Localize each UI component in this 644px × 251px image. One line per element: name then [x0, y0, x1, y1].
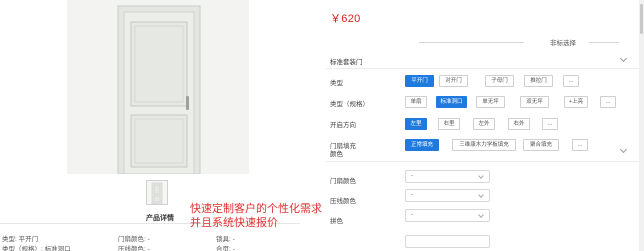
spec-leaf-color: 门扇颜色: - — [118, 236, 150, 243]
option-type-mother-son[interactable]: 子母门 — [485, 75, 514, 87]
chevron-down-icon — [478, 212, 484, 218]
trim-color-select[interactable]: - — [405, 189, 490, 202]
spec-hinge: 合页: - — [216, 246, 235, 251]
spec-type: 类型: 平开门 — [2, 236, 39, 243]
chevron-down-icon — [478, 192, 484, 198]
chevron-down-icon[interactable] — [619, 54, 628, 63]
promo-line-2: 并且系统快速报价 — [190, 216, 278, 229]
next-select[interactable] — [405, 235, 490, 248]
section-color[interactable]: 颜色 — [330, 148, 343, 158]
chevron-down-icon — [478, 173, 484, 179]
section-standard-door[interactable]: 标准套装门 — [330, 56, 363, 66]
option-size-single[interactable]: 单扇 — [405, 96, 427, 108]
type-label: 类型 — [330, 80, 343, 87]
option-type-swing[interactable]: 平开门 — [405, 75, 434, 87]
option-fill-3d-board[interactable]: 三维康木力学板填充 — [452, 139, 516, 151]
nonstandard-label: 非标选择 — [550, 40, 576, 47]
opening-direction-label: 开启方向 — [330, 122, 356, 129]
option-type-more[interactable]: ... — [563, 75, 579, 87]
option-size-single-noframe[interactable]: 单无坪 — [476, 96, 505, 108]
promo-annotation: 快速定制客户的个性化需求 并且系统快速报价 — [190, 202, 322, 230]
trim-color-value: - — [411, 192, 413, 198]
option-fill-more[interactable]: ... — [572, 139, 588, 151]
split-color-select[interactable]: - — [405, 209, 490, 222]
option-dir-right-out[interactable]: 右外 — [508, 118, 530, 130]
configurator-panel: ￥620 非标选择 标准套装门 类型 平开门 对开门 子母门 推拉门 ... 类… — [324, 0, 644, 251]
price: ￥620 — [330, 13, 361, 25]
option-dir-right-in[interactable]: 右里 — [438, 118, 460, 130]
option-dir-more[interactable]: ... — [542, 118, 558, 130]
spec-size-type: 类型（规格）: 标准洞口 — [2, 246, 71, 251]
option-dir-left-in[interactable]: 左里 — [405, 118, 427, 130]
spec-lock: 锁具: - — [216, 236, 235, 243]
door-thumbnail[interactable] — [146, 180, 168, 205]
split-color-label: 拼色 — [330, 218, 343, 225]
door-product-image[interactable] — [67, 0, 249, 174]
option-fill-normal[interactable]: 正常填充 — [405, 139, 439, 151]
scrollbar-thumb[interactable] — [640, 4, 643, 34]
spec-trim-color: 压线颜色: - — [118, 246, 150, 251]
leaf-color-value: - — [411, 173, 413, 179]
option-type-double[interactable]: 对开门 — [439, 75, 468, 87]
product-detail-title: 产品详情 — [146, 215, 174, 222]
option-size-double-noframe[interactable]: 双无坪 — [520, 96, 549, 108]
promo-line-1: 快速定制客户的个性化需求 — [190, 202, 322, 215]
option-dir-left-out[interactable]: 左外 — [473, 118, 495, 130]
leaf-color-select[interactable]: - — [405, 170, 490, 183]
leaf-color-label: 门扇颜色 — [330, 178, 356, 185]
size-type-label: 类型（规格） — [330, 101, 369, 108]
nonstandard-divider: 非标选择 — [419, 37, 619, 47]
trim-color-label: 压线颜色 — [330, 198, 356, 205]
option-type-sliding[interactable]: 推拉门 — [524, 75, 553, 87]
option-size-more[interactable]: ... — [600, 96, 616, 108]
chevron-down-icon[interactable] — [619, 145, 628, 154]
option-size-transom[interactable]: +上亮 — [564, 96, 588, 108]
option-size-standard[interactable]: 标准洞口 — [436, 96, 467, 108]
option-fill-polymer[interactable]: 聚合填充 — [523, 139, 559, 151]
split-color-value: - — [411, 212, 413, 218]
vertical-scrollbar[interactable] — [639, 0, 644, 251]
